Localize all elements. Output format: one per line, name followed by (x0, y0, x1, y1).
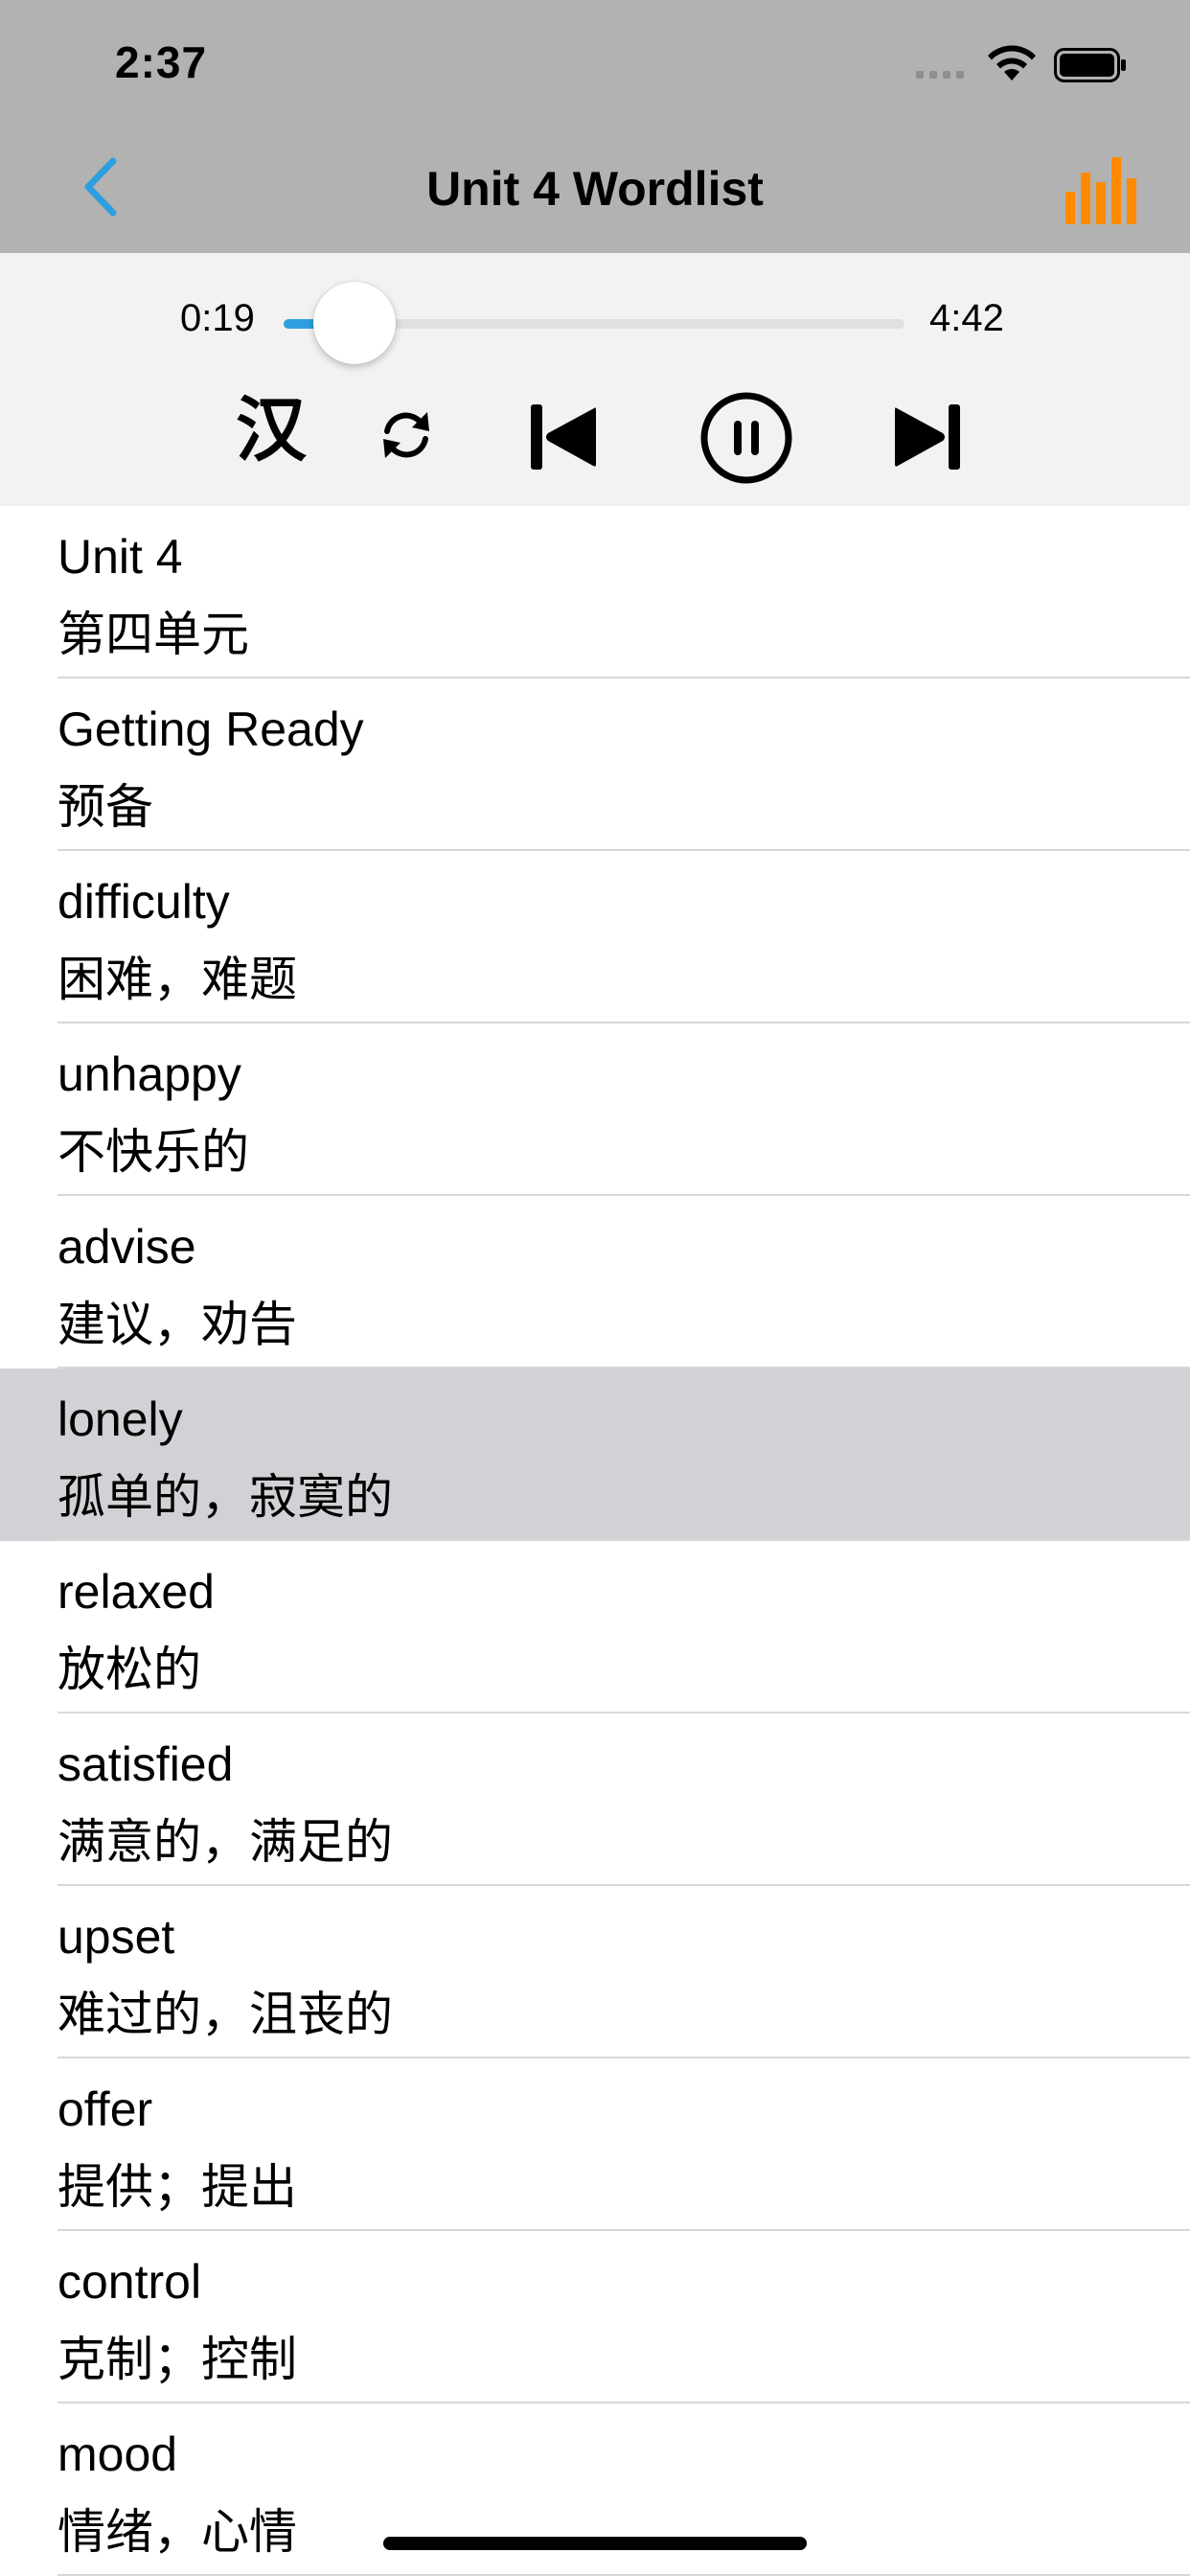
chinese-toggle-button[interactable]: 汉 (236, 395, 307, 466)
meaning-text: 孤单的，寂寞的 (57, 1470, 393, 1524)
word-text: mood (57, 2427, 178, 2481)
list-item[interactable]: lonely 孤单的，寂寞的 (0, 1368, 1190, 1541)
meaning-text: 情绪，心情 (57, 2505, 297, 2559)
word-text: satisfied (57, 1737, 234, 1791)
skip-back-icon[interactable] (529, 402, 598, 472)
word-text: lonely (57, 1392, 183, 1446)
list-item[interactable]: relaxed 放松的 (0, 1541, 1190, 1714)
list-item[interactable]: upset 难过的，沮丧的 (0, 1886, 1190, 2058)
list-item[interactable]: difficulty 困难，难题 (0, 851, 1190, 1024)
meaning-text: 克制；控制 (57, 2333, 297, 2386)
battery-icon (1054, 48, 1126, 82)
word-text: difficulty (57, 875, 230, 929)
audio-player: 0:19 4:42 汉 (0, 253, 1190, 506)
skip-forward-icon[interactable] (893, 402, 962, 472)
wifi-icon (988, 45, 1036, 80)
word-text: offer (57, 2082, 153, 2136)
list-item[interactable]: unhappy 不快乐的 (0, 1024, 1190, 1196)
word-text: upset (57, 1910, 175, 1964)
meaning-text: 提供；提出 (57, 2160, 297, 2214)
navigation-bar: 2:37 Unit 4 Wordlist (0, 0, 1190, 253)
home-indicator (383, 2537, 807, 2550)
word-list: Unit 4 第四单元 Getting Ready 预备 difficulty 困难，难题… (0, 506, 1190, 2576)
meaning-text: 预备 (57, 780, 153, 834)
page-title: Unit 4 Wordlist (426, 162, 764, 216)
bar-chart-icon[interactable] (1065, 153, 1136, 224)
current-time: 0:19 (180, 297, 255, 339)
slider-thumb[interactable] (313, 282, 397, 364)
list-item[interactable]: advise 建议，劝告 (0, 1196, 1190, 1368)
meaning-text: 不快乐的 (57, 1125, 249, 1179)
total-time: 4:42 (929, 297, 1004, 339)
list-item[interactable]: offer 提供；提出 (0, 2058, 1190, 2231)
word-text: unhappy (57, 1047, 241, 1101)
word-text: Unit 4 (57, 530, 183, 584)
list-item[interactable]: Getting Ready 预备 (0, 678, 1190, 851)
word-text: advise (57, 1220, 196, 1274)
word-text: relaxed (57, 1565, 215, 1619)
pause-icon[interactable] (699, 391, 793, 485)
meaning-text: 困难，难题 (57, 953, 297, 1006)
repeat-icon[interactable] (378, 406, 435, 464)
meaning-text: 放松的 (57, 1643, 201, 1696)
meaning-text: 难过的，沮丧的 (57, 1988, 393, 2041)
word-text: control (57, 2255, 202, 2309)
meaning-text: 第四单元 (57, 608, 249, 661)
list-item[interactable]: control 克制；控制 (0, 2231, 1190, 2404)
meaning-text: 建议，劝告 (57, 1298, 297, 1351)
meaning-text: 满意的，满足的 (57, 1815, 393, 1869)
list-item[interactable]: Unit 4 第四单元 (0, 506, 1190, 678)
list-item[interactable]: mood 情绪，心情 (0, 2404, 1190, 2576)
word-text: Getting Ready (57, 702, 364, 756)
cellular-signal-icon (916, 71, 964, 79)
status-time: 2:37 (115, 37, 208, 87)
list-item[interactable]: satisfied 满意的，满足的 (0, 1714, 1190, 1886)
